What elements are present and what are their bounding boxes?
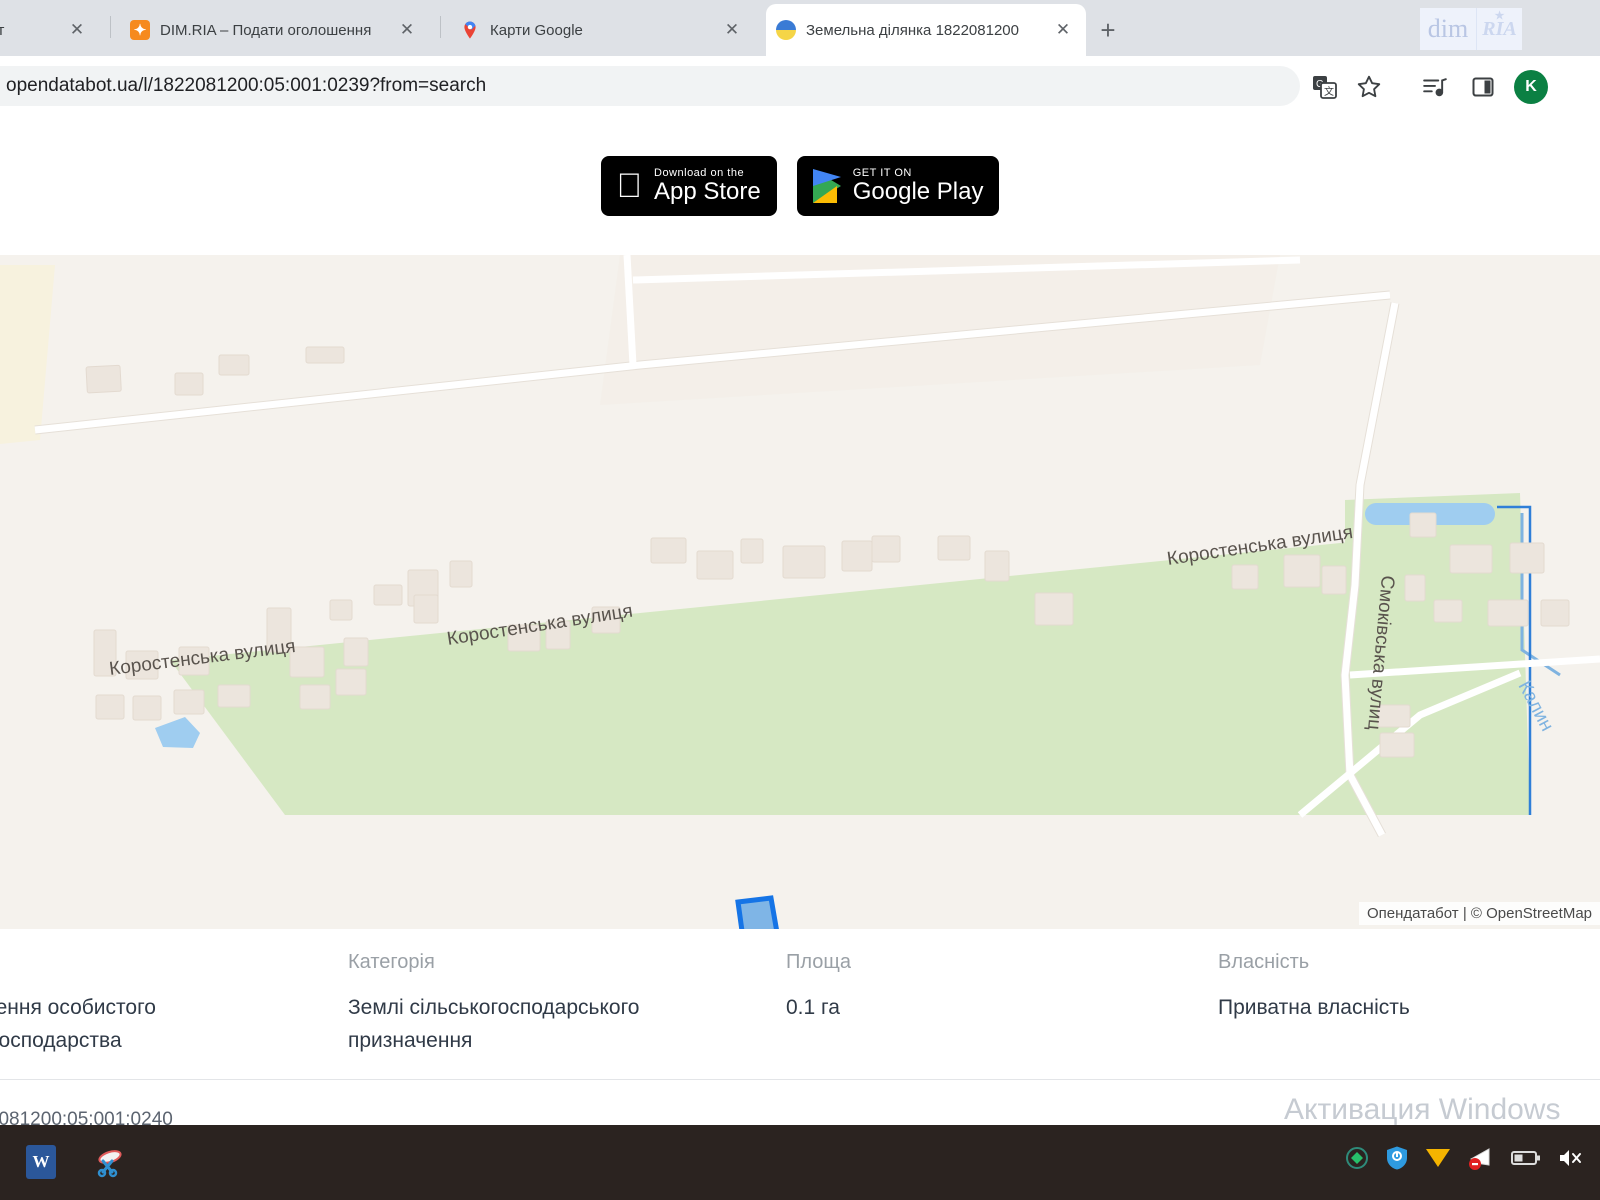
map-attribution: Опендатабот | © OpenStreetMap bbox=[1359, 902, 1600, 925]
svg-text:文: 文 bbox=[1324, 85, 1334, 98]
new-tab-button[interactable]: + bbox=[1092, 14, 1124, 46]
google-play-button[interactable]: GET IT ON Google Play bbox=[797, 156, 1000, 216]
yellow-triangle-icon[interactable] bbox=[1425, 1147, 1451, 1173]
reading-list-icon[interactable] bbox=[1418, 70, 1452, 104]
app-store-button[interactable]:  Download on the App Store bbox=[601, 156, 777, 216]
info-label: Власність bbox=[1218, 951, 1558, 974]
tab-title: Карти Google bbox=[490, 22, 711, 39]
dimria-icon: ✦ bbox=[130, 20, 150, 40]
cadastral-numbers-text: 05:001:0237, 1822081200:05:001:0240 bbox=[0, 1109, 173, 1125]
section-divider bbox=[0, 1079, 1600, 1080]
browser-tab-1[interactable]: ✦ DIM.RIA – Подати оголошення ✕ bbox=[120, 4, 430, 56]
tab-close-icon[interactable]: ✕ bbox=[394, 17, 420, 43]
info-value: Землі сільськогосподарського призначення bbox=[348, 992, 748, 1057]
logo-ria-text: RIA bbox=[1476, 8, 1522, 50]
url-text: opendatabot.ua/l/1822081200:05:001:0239?… bbox=[6, 75, 486, 97]
tab-close-icon[interactable]: ✕ bbox=[64, 17, 90, 43]
tab-divider bbox=[440, 16, 441, 38]
page-content:  Download on the App Store GET IT ON Go… bbox=[0, 116, 1600, 1125]
parcel-map[interactable]: .bld { fill:#ece5dd; stroke:#e3dad0; str… bbox=[0, 255, 1600, 929]
system-tray bbox=[1345, 1145, 1600, 1175]
tab-close-icon[interactable]: ✕ bbox=[1050, 17, 1076, 43]
footer: 05:001:0237, 1822081200:05:001:0240 Р Пе… bbox=[0, 1091, 1600, 1125]
info-value: 0.1 га bbox=[786, 992, 1086, 1025]
info-column-purpose: ення я ведення особистого ього господарс… bbox=[0, 951, 304, 1057]
tab-divider bbox=[110, 16, 111, 38]
tab-title: Земельна ділянка 1822081200 bbox=[806, 22, 1042, 39]
info-label: Площа bbox=[786, 951, 1086, 974]
browser-tab-3-active[interactable]: Земельна ділянка 1822081200 ✕ bbox=[766, 4, 1086, 56]
profile-avatar[interactable]: K bbox=[1514, 70, 1548, 104]
info-label: ення bbox=[0, 951, 304, 974]
app-store-badges:  Download on the App Store GET IT ON Go… bbox=[0, 116, 1600, 255]
info-column-ownership: Власність Приватна власність bbox=[1218, 951, 1558, 1025]
google-maps-pin-icon bbox=[460, 20, 480, 40]
apple-logo-icon:  bbox=[617, 169, 643, 203]
dimria-watermark-logo: dim RIA bbox=[1420, 8, 1522, 50]
word-icon[interactable]: W bbox=[22, 1143, 60, 1181]
windows-taskbar: W bbox=[0, 1125, 1600, 1200]
shield-icon[interactable] bbox=[1385, 1145, 1409, 1175]
battery-icon[interactable] bbox=[1511, 1149, 1541, 1171]
translate-icon[interactable]: G 文 bbox=[1308, 70, 1342, 104]
app-store-big-label: App Store bbox=[654, 179, 761, 204]
tab-title: DIM.RIA – Подати оголошення bbox=[160, 22, 386, 39]
volume-muted-icon[interactable] bbox=[1557, 1147, 1585, 1173]
snipping-tool-icon[interactable] bbox=[90, 1143, 128, 1181]
tab-strip: рухомост ✕ ✦ DIM.RIA – Подати оголошення… bbox=[0, 0, 1600, 56]
megaphone-muted-icon[interactable] bbox=[1467, 1145, 1495, 1175]
logo-dim-text: dim bbox=[1420, 8, 1476, 50]
info-value: Приватна власність bbox=[1218, 992, 1558, 1025]
omnibox-row: opendatabot.ua/l/1822081200:05:001:0239?… bbox=[0, 56, 1600, 116]
browser-tab-0[interactable]: рухомост ✕ bbox=[0, 4, 100, 56]
browser-tab-2[interactable]: Карти Google ✕ bbox=[450, 4, 755, 56]
parcel-info-row: ення я ведення особистого ього господарс… bbox=[0, 929, 1600, 1069]
windows-activation-watermark: Активация Windows Чтобы активировать Win… bbox=[1284, 1091, 1600, 1125]
google-play-logo-icon bbox=[813, 169, 841, 203]
bookmark-star-icon[interactable] bbox=[1352, 70, 1386, 104]
ukraine-flag-icon bbox=[776, 20, 796, 40]
tab-title: рухомост bbox=[0, 22, 56, 39]
side-panel-icon[interactable] bbox=[1466, 70, 1500, 104]
google-play-big-label: Google Play bbox=[853, 179, 984, 204]
browser-window: рухомост ✕ ✦ DIM.RIA – Подати оголошення… bbox=[0, 0, 1600, 1125]
info-value: я ведення особистого ього господарства bbox=[0, 992, 304, 1057]
watermark-title: Активация Windows bbox=[1284, 1091, 1600, 1125]
info-column-category: Категорія Землі сільськогосподарського п… bbox=[348, 951, 748, 1057]
info-label: Категорія bbox=[348, 951, 748, 974]
info-column-area: Площа 0.1 га bbox=[786, 951, 1086, 1025]
tab-close-icon[interactable]: ✕ bbox=[719, 17, 745, 43]
address-bar[interactable]: opendatabot.ua/l/1822081200:05:001:0239?… bbox=[0, 66, 1300, 106]
green-diamond-icon[interactable] bbox=[1345, 1146, 1369, 1174]
